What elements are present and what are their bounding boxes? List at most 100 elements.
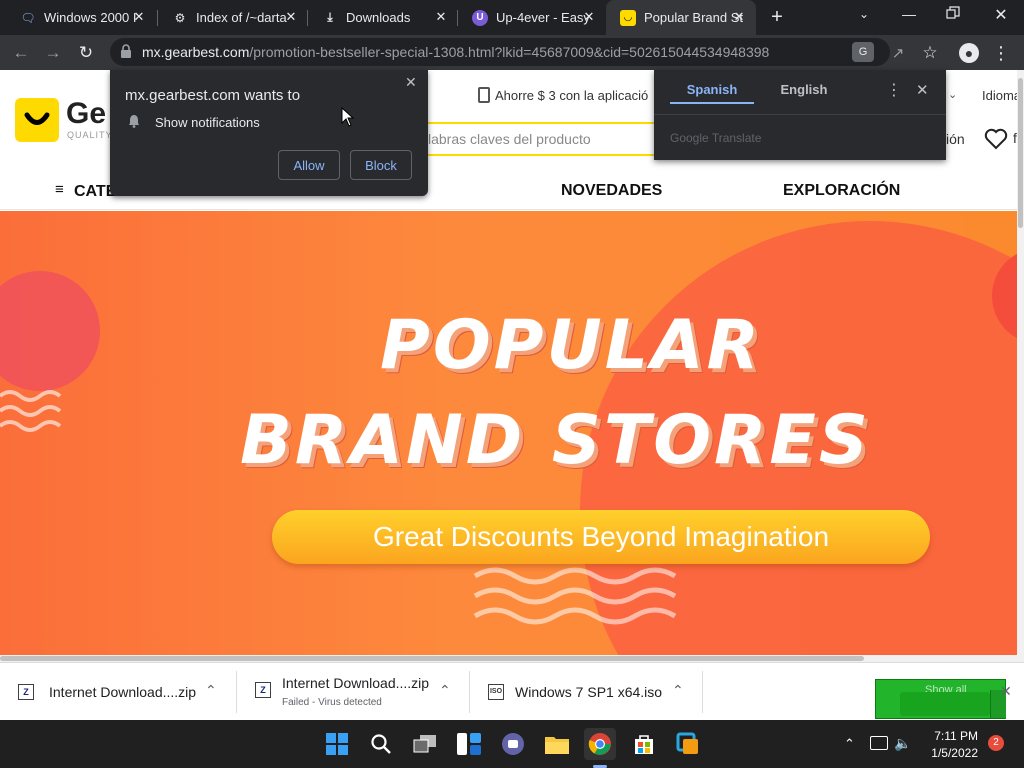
reload-icon[interactable]: ↻: [73, 40, 99, 66]
tab-title: Popular Brand St: [644, 10, 744, 25]
widgets-icon[interactable]: [453, 728, 485, 760]
address-bar[interactable]: mx.gearbest.com/promotion-bestseller-spe…: [110, 38, 890, 66]
chevron-down-icon: ⌄: [948, 89, 958, 101]
tab-downloads[interactable]: ⤓ Downloads ✕: [308, 0, 458, 35]
browser-toolbar: ← → ↻ mx.gearbest.com/promotion-bestsell…: [0, 35, 1024, 70]
tab-strip: 🗨 Windows 2000 I ✕ ⚙ Index of /~darta ✕ …: [0, 0, 1024, 35]
close-window-icon[interactable]: ✕: [992, 5, 1010, 24]
search-input[interactable]: labras claves del producto: [428, 122, 654, 156]
search-icon[interactable]: [365, 728, 397, 760]
close-icon[interactable]: ✕: [732, 10, 746, 24]
hamburger-icon: ≡: [55, 181, 64, 198]
app-promo-text[interactable]: Ahorre $ 3 con la aplicació: [495, 88, 648, 103]
app-icon[interactable]: [672, 728, 704, 760]
tab-title: Up-4ever - Easy: [496, 10, 590, 25]
restore-icon[interactable]: [946, 6, 964, 24]
translate-icon[interactable]: G: [852, 42, 874, 62]
store-icon[interactable]: [628, 728, 660, 760]
heart-icon[interactable]: [984, 128, 1010, 152]
forward-icon[interactable]: →: [40, 40, 66, 66]
volume-icon[interactable]: 🔈: [894, 735, 911, 752]
menu-dots-icon[interactable]: ⋮: [988, 40, 1014, 66]
zip-file-icon: Z: [18, 684, 34, 700]
clock-time[interactable]: 7:11 PM: [930, 729, 978, 743]
tab-popular-brand[interactable]: ◡ Popular Brand St ✕: [606, 0, 756, 35]
block-button[interactable]: Block: [350, 150, 412, 180]
chrome-icon[interactable]: [584, 728, 616, 760]
notification-permission-popup: mx.gearbest.com wants to ✕ Show notifica…: [110, 70, 428, 196]
share-icon[interactable]: ↗: [885, 40, 911, 66]
show-all-overlay[interactable]: Show all: [875, 679, 1006, 719]
download-filename: Internet Download....zip: [49, 684, 197, 700]
lock-icon: [120, 44, 134, 58]
teams-chat-icon[interactable]: [497, 728, 529, 760]
downloads-bar: Z Internet Download....zip ⌃ Z Internet …: [0, 662, 1024, 720]
task-view-icon[interactable]: [409, 728, 441, 760]
tab-search-icon[interactable]: ⌄: [855, 7, 873, 25]
start-icon[interactable]: [321, 728, 353, 760]
tab-title: Index of /~darta: [196, 10, 287, 25]
close-icon[interactable]: ✕: [582, 10, 596, 24]
mouse-cursor: [341, 106, 355, 127]
archive-icon: ⚙: [174, 10, 186, 25]
url-text: mx.gearbest.com/promotion-bestseller-spe…: [142, 44, 770, 60]
phone-icon: [478, 87, 490, 103]
chevron-up-icon[interactable]: ⌃: [439, 682, 451, 699]
iso-file-icon: ISO: [488, 684, 504, 700]
gearbest-logo[interactable]: [15, 98, 59, 142]
signin-link[interactable]: ión: [946, 131, 965, 147]
tab-title: Downloads: [346, 10, 411, 25]
popup-title: mx.gearbest.com wants to: [125, 87, 301, 104]
download-item-failed[interactable]: Z Internet Download....zip Failed - Viru…: [237, 663, 469, 721]
translate-popup: Spanish English ⋮ ✕ Google Translate: [654, 70, 946, 160]
download-filename: Internet Download....zip: [282, 675, 430, 691]
close-icon[interactable]: ✕: [1000, 683, 1012, 700]
google-translate-brand: Google Translate: [670, 131, 762, 145]
bookmark-star-icon[interactable]: ☆: [917, 40, 943, 66]
close-icon[interactable]: ✕: [916, 81, 929, 99]
close-icon[interactable]: ✕: [284, 10, 298, 24]
banner-cta-button[interactable]: Great Discounts Beyond Imagination: [272, 510, 930, 564]
clock-date[interactable]: 1/5/2022: [920, 746, 978, 760]
zip-file-icon: Z: [255, 682, 271, 698]
chevron-up-icon[interactable]: ⌃: [844, 736, 855, 752]
tab-up4ever[interactable]: U Up-4ever - Easy ✕: [458, 0, 606, 35]
tab-index-of[interactable]: ⚙ Index of /~darta ✕: [158, 0, 308, 35]
file-explorer-icon[interactable]: [541, 728, 573, 760]
vertical-scrollbar[interactable]: [1017, 70, 1024, 662]
gearbest-logo-icon: ◡: [620, 9, 636, 26]
bell-icon: [128, 114, 140, 128]
banner-headline-2: BRAND STORES: [240, 401, 871, 480]
profile-avatar[interactable]: ●: [956, 40, 982, 66]
more-options-icon[interactable]: ⋮: [886, 80, 902, 100]
nav-exploracion[interactable]: EXPLORACIÓN: [783, 182, 900, 200]
close-icon[interactable]: ✕: [132, 10, 146, 24]
up4ever-logo-icon: U: [472, 9, 488, 26]
download-item[interactable]: ISO Windows 7 SP1 x64.iso ⌃: [470, 663, 702, 721]
logo-text: Ge: [66, 97, 107, 130]
tab-title: Windows 2000 I: [44, 10, 137, 25]
tab-windows-2000[interactable]: 🗨 Windows 2000 I ✕: [6, 0, 156, 35]
download-status: Failed - Virus detected: [282, 697, 382, 708]
notification-badge[interactable]: 2: [988, 735, 1004, 751]
minimize-icon[interactable]: —: [900, 6, 918, 24]
close-icon[interactable]: ✕: [405, 74, 417, 91]
new-tab-button[interactable]: +: [766, 6, 788, 28]
language-selector[interactable]: Idioma: [982, 88, 1021, 103]
download-item[interactable]: Z Internet Download....zip ⌃: [0, 663, 236, 721]
chevron-up-icon[interactable]: ⌃: [672, 682, 684, 699]
network-icon[interactable]: [870, 736, 888, 750]
nav-novedades[interactable]: NOVEDADES: [561, 182, 662, 200]
chevron-up-icon[interactable]: ⌃: [205, 682, 217, 699]
horizontal-scrollbar[interactable]: [0, 655, 1017, 662]
download-icon: ⤓: [327, 10, 333, 24]
close-icon[interactable]: ✕: [434, 10, 448, 24]
tab-source-language[interactable]: Spanish: [670, 82, 754, 104]
windows-taskbar: ⌃ 🔈 7:11 PM 1/5/2022 2: [0, 720, 1024, 768]
promo-banner[interactable]: POPULAR BRAND STORES Great Discounts Bey…: [0, 211, 1017, 662]
back-icon[interactable]: ←: [8, 40, 34, 66]
allow-button[interactable]: Allow: [278, 150, 340, 180]
logo-subtext: QUALITY: [67, 130, 113, 140]
tab-target-language[interactable]: English: [762, 82, 846, 104]
download-filename: Windows 7 SP1 x64.iso: [515, 684, 663, 700]
